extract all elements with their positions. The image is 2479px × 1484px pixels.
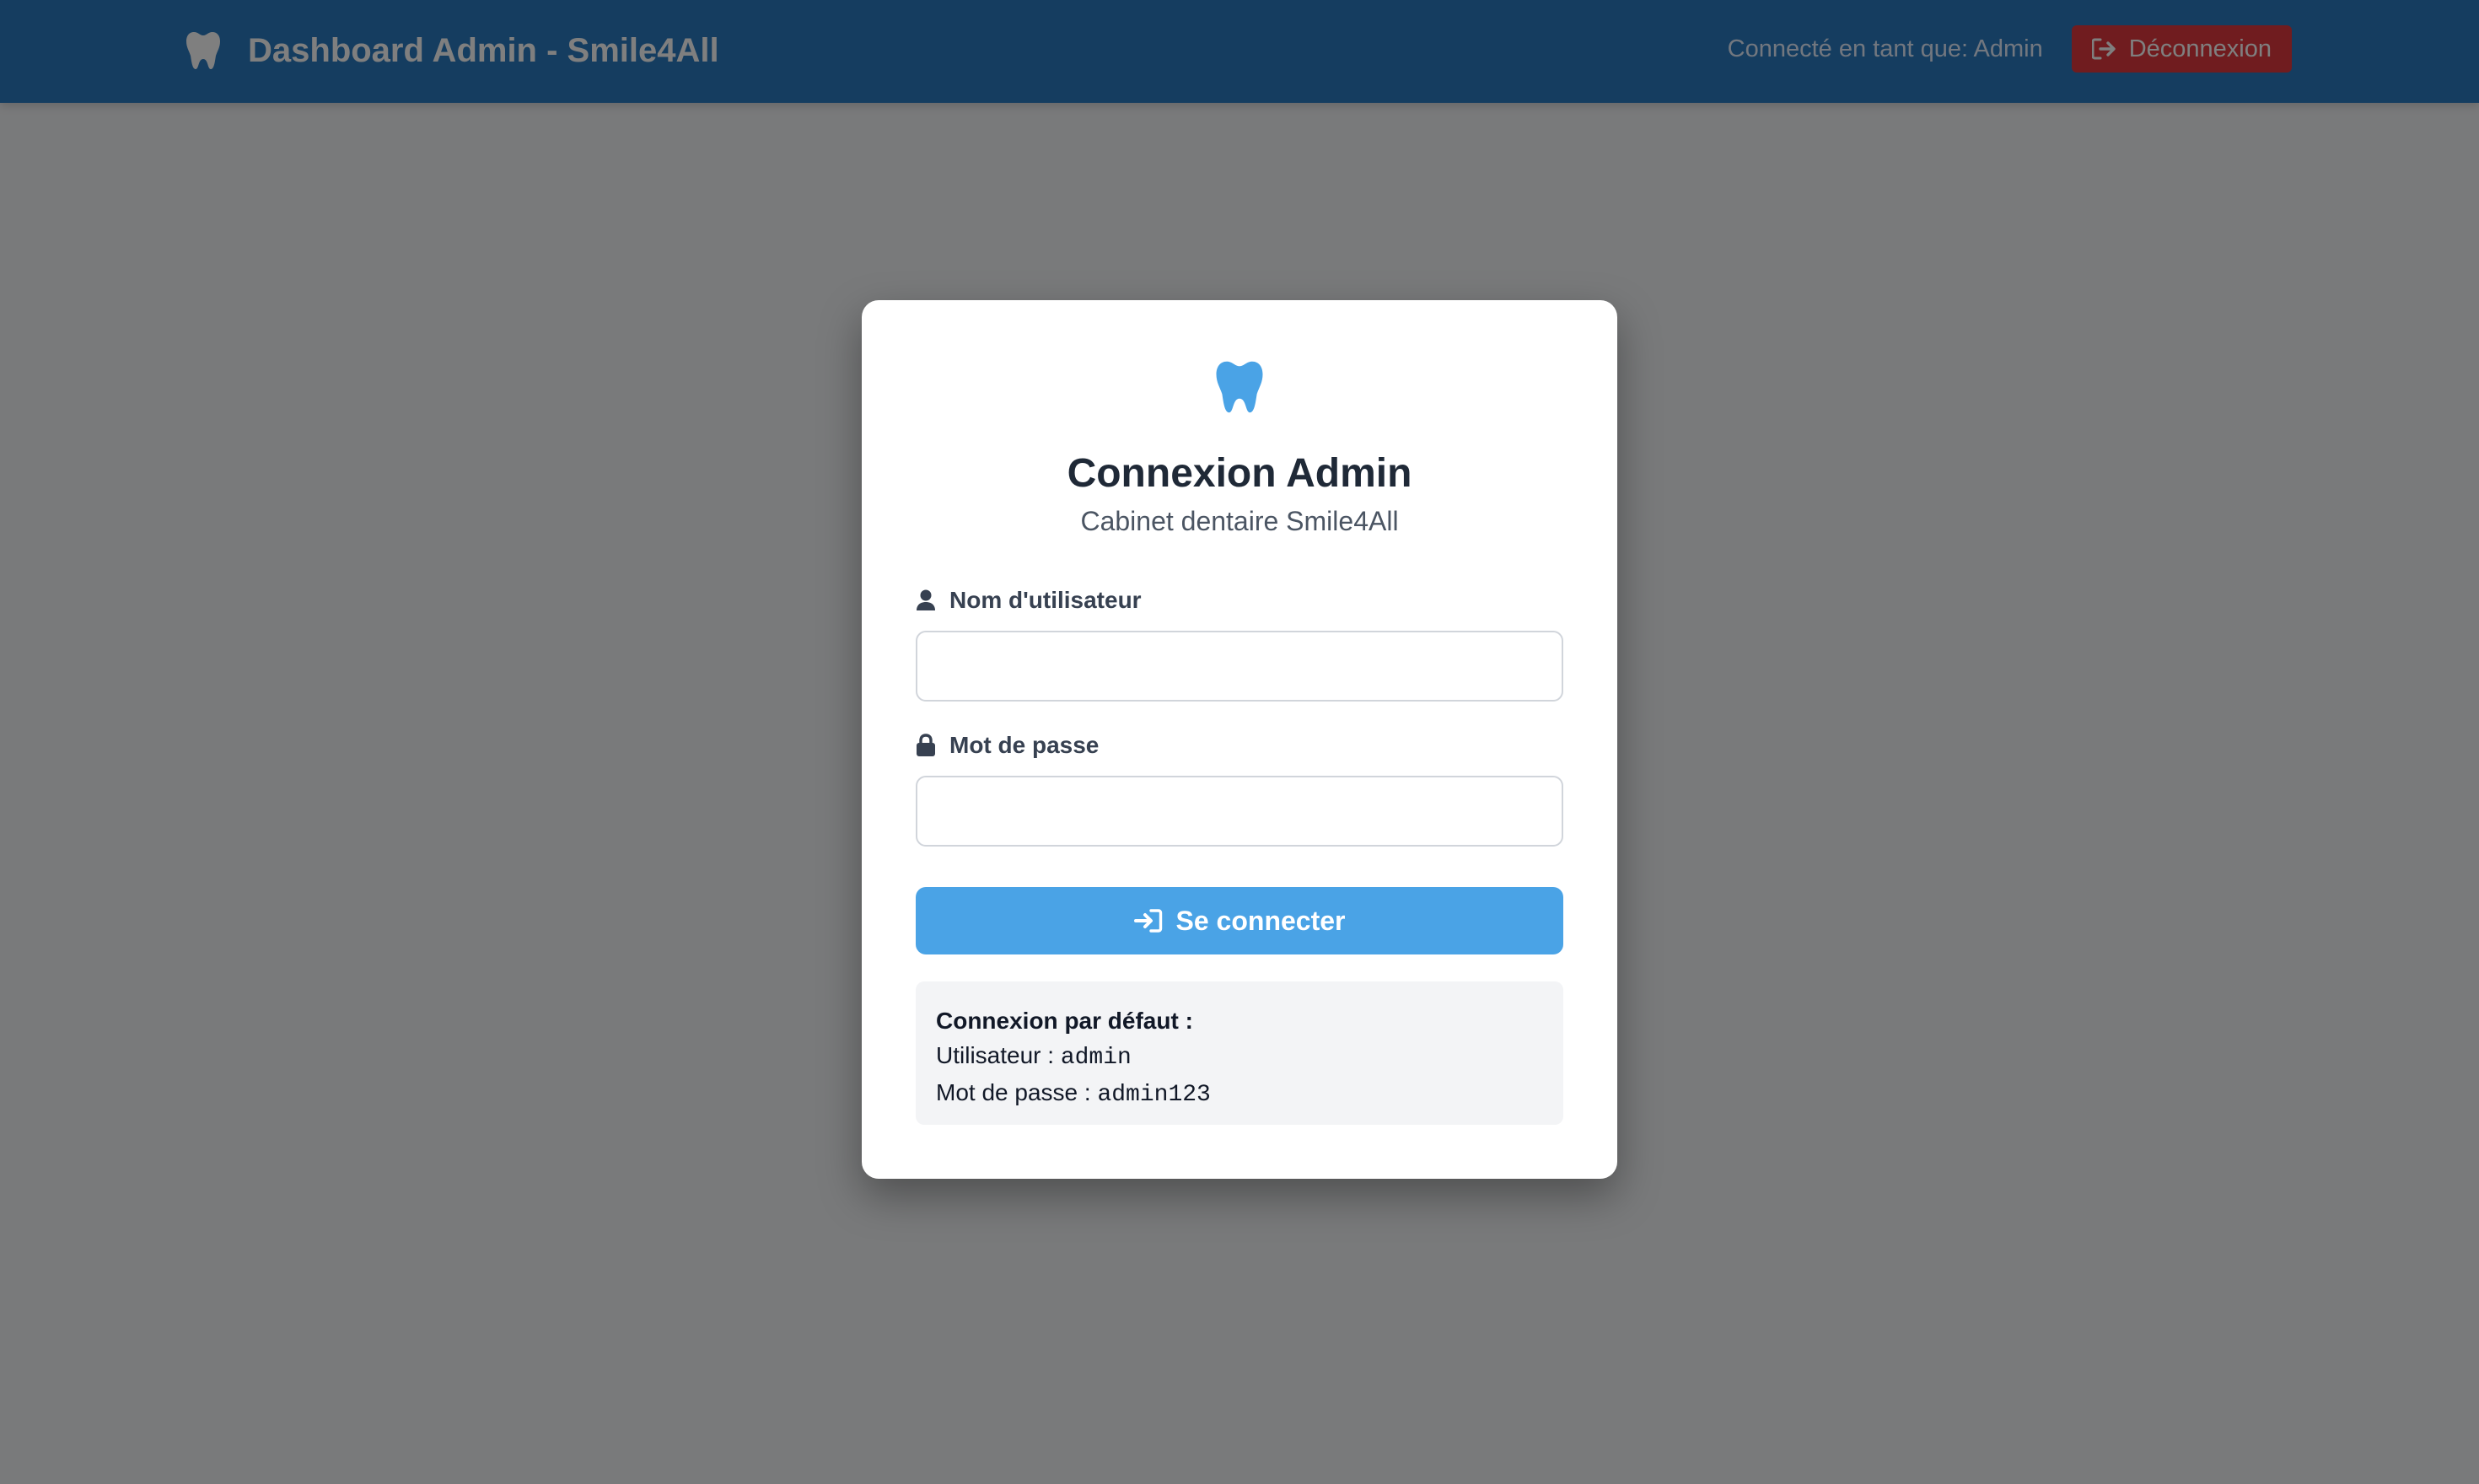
- default-user-value: admin: [1060, 1045, 1132, 1071]
- password-input[interactable]: [916, 776, 1563, 847]
- lock-icon: [917, 734, 935, 756]
- username-label-text: Nom d'utilisateur: [949, 587, 1142, 613]
- login-title: Connexion Admin: [1067, 451, 1412, 496]
- default-user-prefix: Utilisateur :: [936, 1042, 1061, 1068]
- password-label: Mot de passe: [916, 729, 1099, 762]
- default-pass-line: Mot de passe : admin123: [936, 1075, 1543, 1112]
- default-pass-prefix: Mot de passe :: [936, 1079, 1098, 1105]
- login-button-label: Se connecter: [1175, 905, 1346, 936]
- username-input[interactable]: [916, 631, 1563, 702]
- password-label-text: Mot de passe: [949, 732, 1100, 758]
- default-pass-value: admin123: [1097, 1082, 1211, 1108]
- default-user-line: Utilisateur : admin: [936, 1038, 1543, 1075]
- login-button[interactable]: Se connecter: [916, 887, 1563, 954]
- login-subtitle: Cabinet dentaire Smile4All: [1080, 506, 1399, 536]
- login-card: Connexion Admin Cabinet dentaire Smile4A…: [862, 300, 1617, 1179]
- default-credentials-heading: Connexion par défaut :: [936, 1008, 1193, 1034]
- tooth-icon: [1214, 359, 1265, 415]
- sign-in-icon: [1133, 909, 1162, 933]
- username-label: Nom d'utilisateur: [916, 583, 1142, 617]
- default-credentials-box: Connexion par défaut : Utilisateur : adm…: [916, 981, 1563, 1125]
- user-icon: [917, 589, 935, 610]
